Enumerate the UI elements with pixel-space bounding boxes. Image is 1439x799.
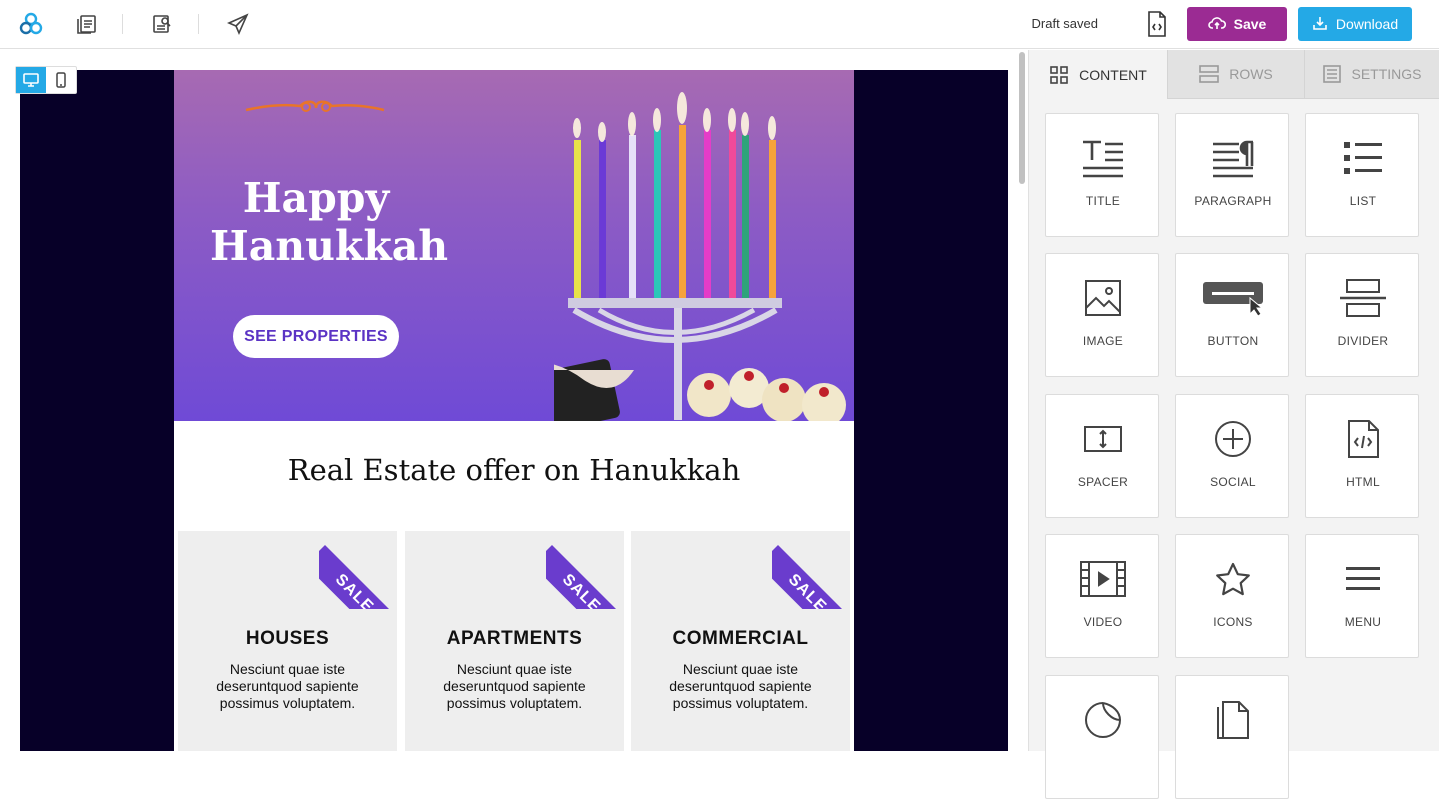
tab-content[interactable]: CONTENT — [1029, 50, 1167, 99]
hero-title-line2: Hanukkah — [210, 222, 449, 270]
card-text: Nesciunt quae iste deseruntquod sapiente… — [669, 661, 812, 711]
download-icon — [1312, 15, 1328, 34]
download-button[interactable]: Download — [1298, 7, 1412, 41]
card-apartments[interactable]: SALE APARTMENTS Nesciunt quae iste deser… — [405, 531, 624, 751]
sale-ribbon: SALE — [772, 531, 850, 609]
tile-label: BUTTON — [1207, 334, 1259, 348]
tile-social[interactable]: SOCIAL — [1175, 394, 1289, 518]
mobile-icon — [56, 72, 66, 88]
device-toggle — [15, 66, 77, 94]
menorah-image — [554, 92, 846, 421]
tile-video[interactable]: VIDEO — [1045, 534, 1159, 658]
panel-tabs: CONTENT ROWS SETTINGS — [1029, 50, 1439, 99]
preview-icon[interactable] — [150, 12, 174, 36]
canvas-scrollbar[interactable] — [1017, 52, 1027, 751]
tab-settings[interactable]: SETTINGS — [1304, 50, 1439, 99]
social-icon — [1176, 417, 1290, 461]
tile-html[interactable]: HTML — [1305, 394, 1419, 518]
sale-ribbon: SALE — [319, 531, 397, 609]
desktop-view-button[interactable] — [16, 67, 46, 93]
tile-button[interactable]: BUTTON — [1175, 253, 1289, 377]
grid-icon — [1050, 65, 1068, 84]
hero-section[interactable]: Happy Hanukkah SEE PROPERTIES — [174, 70, 854, 421]
tile-title[interactable]: TITLE — [1045, 113, 1159, 237]
sale-badge: SALE — [546, 545, 624, 609]
card-houses[interactable]: SALE HOUSES Nesciunt quae iste deseruntq… — [178, 531, 397, 751]
email-stage: Happy Hanukkah SEE PROPERTIES Real Estat… — [20, 70, 1008, 751]
app-logo-icon[interactable] — [19, 12, 43, 36]
export-code-icon[interactable] — [1147, 11, 1167, 37]
hero-title: Happy Hanukkah — [210, 174, 449, 270]
tile-label: DIVIDER — [1337, 334, 1389, 348]
html-icon — [1306, 417, 1420, 461]
templates-icon[interactable] — [75, 12, 99, 36]
menu-icon — [1306, 557, 1420, 601]
title-icon — [1046, 136, 1160, 180]
save-label: Save — [1233, 16, 1267, 32]
tile-label: ICONS — [1213, 615, 1253, 629]
video-icon — [1046, 557, 1160, 601]
tile-menu[interactable]: MENU — [1305, 534, 1419, 658]
tile-label: IMAGE — [1082, 334, 1124, 348]
tile-divider[interactable]: DIVIDER — [1305, 253, 1419, 377]
download-label: Download — [1335, 16, 1399, 32]
card-title: COMMERCIAL — [672, 628, 809, 649]
tile-label: LIST — [1349, 194, 1377, 208]
draft-status: Draft saved — [1031, 16, 1098, 31]
ornament-icon — [245, 100, 385, 112]
card-title: APARTMENTS — [446, 628, 583, 649]
mobile-view-button[interactable] — [46, 67, 76, 93]
tile-file[interactable] — [1175, 675, 1289, 799]
see-properties-button[interactable]: SEE PROPERTIES — [233, 315, 399, 358]
spacer-icon — [1046, 417, 1160, 461]
paragraph-icon — [1176, 136, 1290, 180]
top-bar: Draft saved Save Download — [0, 0, 1439, 49]
scroll-thumb[interactable] — [1019, 52, 1025, 184]
editor-canvas: Happy Hanukkah SEE PROPERTIES Real Estat… — [0, 50, 1028, 751]
send-icon[interactable] — [226, 12, 250, 36]
tile-label: MENU — [1344, 615, 1382, 629]
tile-list[interactable]: LIST — [1305, 113, 1419, 237]
file-icon — [1176, 698, 1290, 742]
tab-rows[interactable]: ROWS — [1167, 50, 1304, 99]
tile-label: PARAGRAPH — [1194, 194, 1272, 208]
tile-label: TITLE — [1085, 194, 1121, 208]
card-title: HOUSES — [245, 628, 330, 649]
save-button[interactable]: Save — [1187, 7, 1287, 41]
tile-label: SOCIAL — [1210, 475, 1256, 489]
image-icon — [1046, 276, 1160, 320]
tab-settings-label: SETTINGS — [1351, 66, 1422, 82]
settings-icon — [1323, 65, 1342, 83]
sale-ribbon: SALE — [546, 531, 624, 609]
tile-icons[interactable]: ICONS — [1175, 534, 1289, 658]
star-icon — [1176, 557, 1290, 601]
tile-spacer[interactable]: SPACER — [1045, 394, 1159, 518]
tile-paragraph[interactable]: PARAGRAPH — [1175, 113, 1289, 237]
hero-title-line1: Happy — [242, 174, 390, 222]
card-text: Nesciunt quae iste deseruntquod sapiente… — [443, 661, 586, 711]
sticker-icon — [1046, 698, 1160, 742]
offer-heading: Real Estate offer on Hanukkah — [287, 453, 741, 487]
email-body[interactable]: Happy Hanukkah SEE PROPERTIES Real Estat… — [174, 70, 854, 751]
card-commercial[interactable]: SALE COMMERCIAL Nesciunt quae iste deser… — [631, 531, 850, 751]
divider-icon — [1306, 276, 1420, 320]
sale-badge: SALE — [319, 545, 397, 609]
sale-badge: SALE — [772, 545, 850, 609]
tab-rows-label: ROWS — [1229, 66, 1273, 82]
side-panel: CONTENT ROWS SETTINGS TITLE PARAGRAPH LI… — [1028, 50, 1439, 799]
rows-icon — [1199, 65, 1220, 83]
tile-label: VIDEO — [1083, 615, 1123, 629]
tile-label: SPACER — [1077, 475, 1129, 489]
tile-label: HTML — [1346, 475, 1380, 489]
button-icon — [1176, 276, 1290, 320]
tab-content-label: CONTENT — [1079, 66, 1147, 83]
tile-image[interactable]: IMAGE — [1045, 253, 1159, 377]
card-text: Nesciunt quae iste deseruntquod sapiente… — [216, 661, 359, 711]
cloud-upload-icon — [1207, 16, 1226, 33]
desktop-icon — [23, 73, 39, 87]
list-icon — [1306, 136, 1420, 180]
tile-sticker[interactable] — [1045, 675, 1159, 799]
